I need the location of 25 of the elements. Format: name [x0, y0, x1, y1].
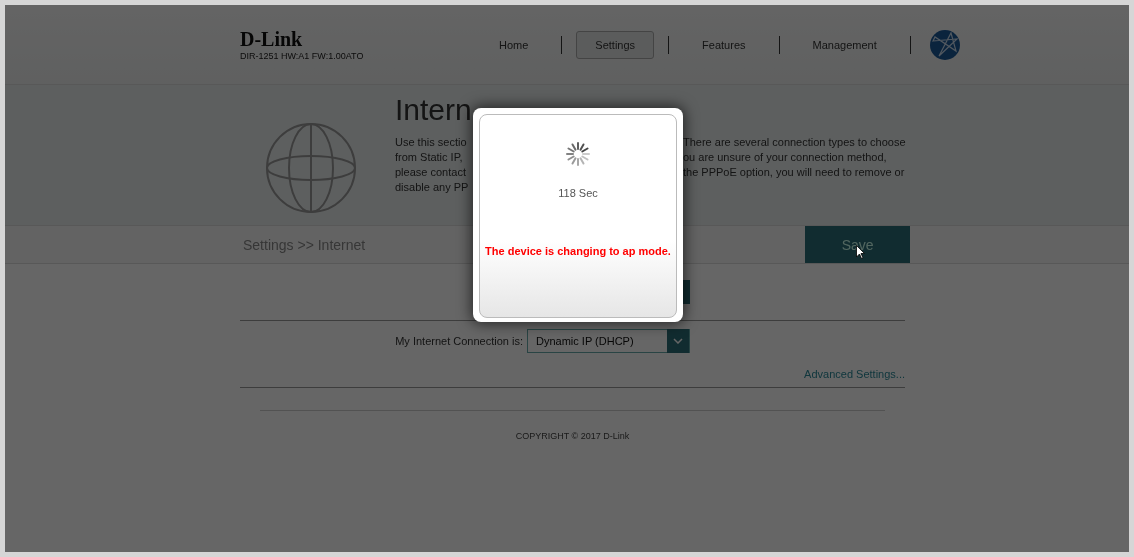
globe-icon — [265, 122, 357, 214]
nav-tab[interactable]: Management — [793, 30, 896, 59]
nav-tab[interactable]: Features — [683, 30, 765, 59]
connection-label: My Internet Connection is: — [395, 335, 523, 347]
nav-tab[interactable]: Home — [480, 30, 548, 59]
model-info: DIR-1251 HW:A1 FW:1.00ATO — [240, 51, 365, 61]
description-text: the PPPoE option, you will need to remove or — [683, 165, 906, 180]
description-text: Use this sectio — [395, 135, 468, 150]
advanced-settings-link[interactable]: Advanced Settings... — [804, 368, 905, 380]
description-text: please contact — [395, 165, 467, 180]
description-text: ou are unsure of your connection method, — [683, 150, 888, 165]
countdown-text: 118 Sec — [558, 187, 598, 199]
nav-tab[interactable]: Settings — [576, 30, 655, 59]
description-text: disable any PP — [395, 180, 470, 195]
globe-icon[interactable] — [928, 28, 961, 61]
spinner-icon — [565, 141, 591, 167]
description-text: There are several connection types to choose — [683, 135, 906, 150]
copyright-text: COPYRIGHT © 2017 D-Link — [515, 431, 630, 441]
chevron-icon — [673, 338, 683, 344]
description-text: from Static IP, — [395, 150, 464, 165]
status-message: The device is changing to ap mode. — [485, 245, 671, 257]
connection-select[interactable]: Dynamic IP (DHCP) — [527, 329, 690, 353]
save-button[interactable]: Save — [805, 226, 911, 263]
logo: D-Link — [240, 28, 303, 51]
page-title: Intern — [395, 93, 473, 127]
